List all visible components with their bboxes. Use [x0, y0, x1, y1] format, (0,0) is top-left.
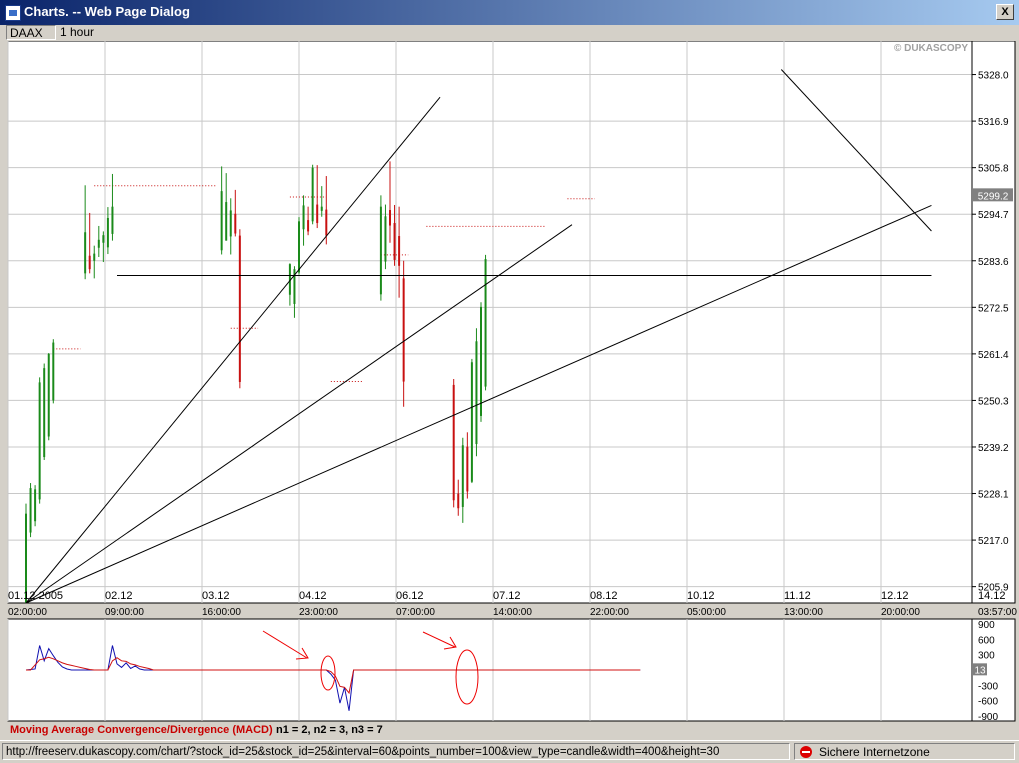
current-price-label: 5299.2: [978, 191, 1009, 202]
date-label: 07.12: [493, 590, 521, 602]
title-bar: Charts. -- Web Page Dialog X: [0, 0, 1019, 25]
date-label: 04.12: [299, 590, 327, 602]
macd-tick-label: 900: [978, 620, 995, 631]
chart-area: © DUKASCOPY 5328.0 5316.9 5305.8 5294.7 5283…: [7, 41, 1017, 736]
time-label: 03:57:00: [978, 607, 1017, 618]
y-tick-label: 5217.0: [978, 536, 1009, 547]
candle-body: [106, 217, 109, 248]
candle-body: [84, 232, 87, 274]
time-label: 09:00:00: [105, 607, 144, 618]
time-label: 14:00:00: [493, 607, 532, 618]
window-title: Charts. -- Web Page Dialog: [24, 4, 190, 19]
candle-body: [34, 489, 37, 522]
status-bar: http://freeserv.dukascopy.com/chart/?sto…: [0, 740, 1019, 763]
time-label: 05:00:00: [687, 607, 726, 618]
zone-label: Sichere Internetzone: [819, 745, 930, 759]
close-button[interactable]: X: [996, 4, 1014, 20]
candle-body: [484, 259, 487, 387]
candle-body: [234, 213, 237, 234]
candle-body: [379, 206, 382, 295]
date-label: 12.12: [881, 590, 909, 602]
candle-body: [97, 239, 100, 248]
candle-body: [298, 221, 300, 273]
macd-params: n1 = 2, n2 = 3, n3 = 7: [276, 724, 383, 736]
price-panel: [7, 41, 1016, 604]
macd-tick-label: -900: [978, 712, 998, 723]
candle-body: [220, 191, 223, 251]
no-entry-icon: [800, 746, 812, 758]
date-label: 02.12: [105, 590, 133, 602]
candle-body: [452, 384, 455, 501]
macd-tick-label: -300: [978, 681, 998, 692]
candle-body: [88, 255, 91, 270]
candle-body: [316, 204, 319, 224]
candle-body: [111, 206, 114, 234]
candle-body: [52, 342, 55, 401]
date-label: 14.12: [978, 590, 1006, 602]
date-label: 01.12 2005: [8, 590, 63, 602]
candle-body: [325, 209, 328, 236]
time-label: 16:00:00: [202, 607, 241, 618]
y-tick-label: 5328.0: [978, 71, 1009, 82]
date-label: 10.12: [687, 590, 715, 602]
macd-tick-label: 600: [978, 635, 995, 646]
candle-body: [389, 210, 391, 226]
y-tick-label: 5250.3: [978, 396, 1009, 407]
candle-body: [238, 235, 241, 382]
y-tick-label: 5261.4: [978, 350, 1009, 361]
candle-body: [402, 278, 405, 382]
candle-body: [480, 306, 482, 416]
macd-tick-label: -600: [978, 697, 998, 708]
candle-body: [47, 353, 50, 437]
candle-body: [43, 368, 46, 458]
candle-body: [302, 205, 305, 230]
candle-body: [38, 382, 41, 500]
y-tick-label: 5272.5: [978, 303, 1009, 314]
chart-toolbar: DAAX 1 hour: [0, 25, 1019, 41]
date-label: 08.12: [590, 590, 618, 602]
candle-body: [398, 236, 401, 266]
candle-body: [225, 202, 228, 241]
time-label: 23:00:00: [299, 607, 338, 618]
macd-tick-label: 300: [978, 651, 995, 662]
y-tick-label: 5305.8: [978, 164, 1009, 175]
window-icon: [5, 5, 21, 21]
security-zone: Sichere Internetzone: [794, 743, 1015, 760]
y-tick-label: 5283.6: [978, 257, 1009, 268]
y-tick-label: 5316.9: [978, 117, 1009, 128]
candle-body: [466, 446, 469, 492]
candle-body: [29, 488, 32, 533]
candle-body: [229, 210, 232, 237]
candle-body: [457, 493, 460, 509]
candle-body: [307, 220, 310, 232]
date-label: 06.12: [396, 590, 424, 602]
candle-body: [320, 206, 323, 211]
status-url: http://freeserv.dukascopy.com/chart/?sto…: [2, 743, 790, 760]
y-tick-label: 5228.1: [978, 490, 1009, 501]
time-label: 22:00:00: [590, 607, 629, 618]
time-label: 07:00:00: [396, 607, 435, 618]
y-tick-label: 5239.2: [978, 443, 1009, 454]
candle-body: [393, 223, 396, 260]
y-tick-label: 5294.7: [978, 210, 1009, 221]
symbol-field[interactable]: DAAX: [6, 25, 56, 40]
candle-body: [470, 362, 473, 482]
candle-body: [384, 216, 387, 262]
time-label: 13:00:00: [784, 607, 823, 618]
candle-body: [93, 253, 96, 261]
date-label: 03.12: [202, 590, 230, 602]
watermark: © DUKASCOPY: [894, 43, 968, 54]
candle-body: [102, 235, 105, 243]
candle-body: [461, 445, 464, 507]
time-label: 02:00:00: [8, 607, 47, 618]
macd-current-label: 13: [974, 665, 986, 676]
time-label: 20:00:00: [881, 607, 920, 618]
date-label: 11.12: [784, 590, 811, 602]
candle-body: [311, 167, 314, 222]
macd-title: Moving Average Convergence/Divergence (M…: [10, 724, 273, 736]
candle-body: [475, 341, 478, 445]
interval-label: 1 hour: [60, 25, 95, 39]
